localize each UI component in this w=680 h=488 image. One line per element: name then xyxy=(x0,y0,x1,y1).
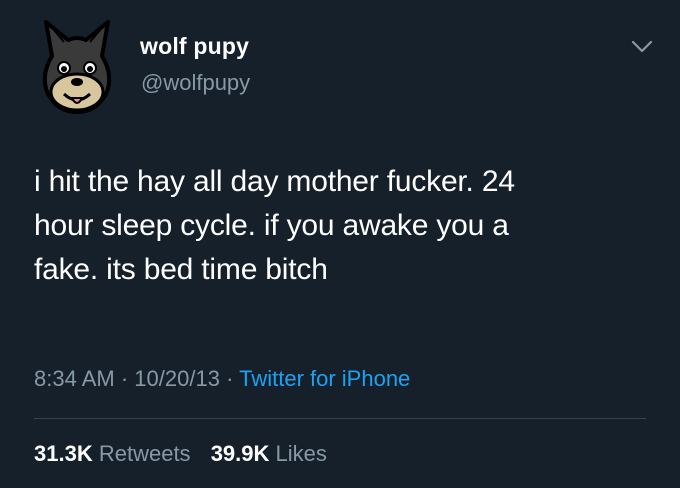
meta-separator: · xyxy=(226,366,234,391)
divider xyxy=(34,418,646,419)
tweet-card: wolf pupy @wolfpupy i hit the hay all da… xyxy=(0,0,680,488)
user-handle[interactable]: @wolfpupy xyxy=(141,70,250,96)
chevron-down-icon[interactable] xyxy=(629,38,655,56)
meta-separator: · xyxy=(120,366,129,391)
tweet-text-line: hour sleep cycle. if you awake you a xyxy=(34,209,509,242)
tweet-text-line: i hit the hay all day mother fucker. 24 xyxy=(34,165,515,198)
tweet-stats: 31.3K Retweets 39.9K Likes xyxy=(34,441,327,467)
display-name[interactable]: wolf pupy xyxy=(140,33,249,60)
likes-stat[interactable]: 39.9K Likes xyxy=(211,441,327,466)
tweet-date[interactable]: 10/20/13 xyxy=(134,366,220,391)
likes-count: 39.9K xyxy=(210,441,270,466)
wolf-avatar-icon[interactable] xyxy=(34,16,120,116)
tweet-source-link[interactable]: Twitter for iPhone xyxy=(239,366,410,391)
likes-label: Likes xyxy=(275,441,327,466)
tweet-text-line: fake. its bed time bitch xyxy=(34,253,328,286)
tweet-meta: 8:34 AM · 10/20/13 · Twitter for iPhone xyxy=(34,366,410,392)
tweet-text: i hit the hay all day mother fucker. 24 … xyxy=(34,160,654,292)
retweets-label: Retweets xyxy=(98,441,191,466)
tweet-time[interactable]: 8:34 AM xyxy=(34,366,115,391)
retweets-count: 31.3K xyxy=(34,441,93,466)
retweets-stat[interactable]: 31.3K Retweets xyxy=(34,441,197,466)
